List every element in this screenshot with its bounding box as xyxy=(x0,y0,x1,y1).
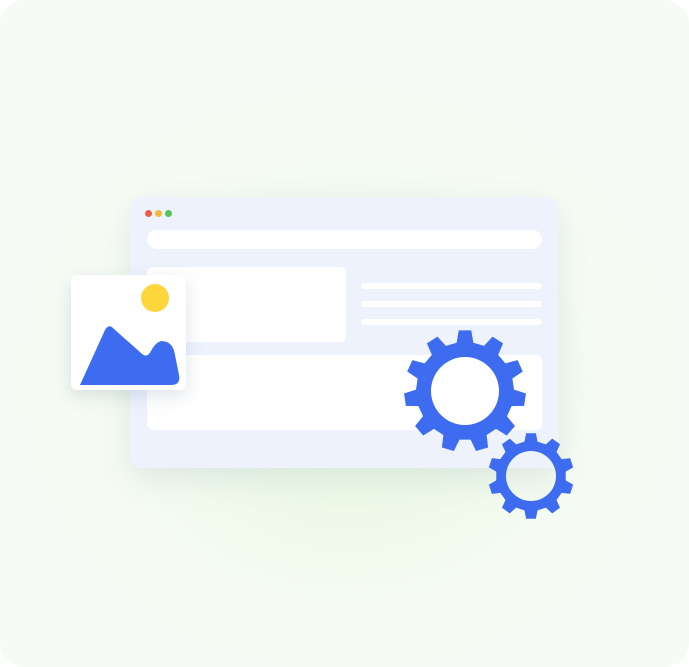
text-line-placeholder xyxy=(361,283,542,289)
window-close-dot xyxy=(145,210,152,217)
mountain-icon xyxy=(80,326,180,385)
window-minimize-dot xyxy=(155,210,162,217)
window-maximize-dot xyxy=(165,210,172,217)
illustration-canvas xyxy=(0,0,689,667)
sun-icon xyxy=(141,284,169,312)
address-bar-placeholder xyxy=(147,230,542,249)
content-block-placeholder-wide xyxy=(147,355,542,430)
text-line-placeholder xyxy=(361,319,542,325)
text-line-placeholder xyxy=(361,301,542,307)
image-icon xyxy=(71,275,186,390)
browser-window xyxy=(130,197,558,468)
